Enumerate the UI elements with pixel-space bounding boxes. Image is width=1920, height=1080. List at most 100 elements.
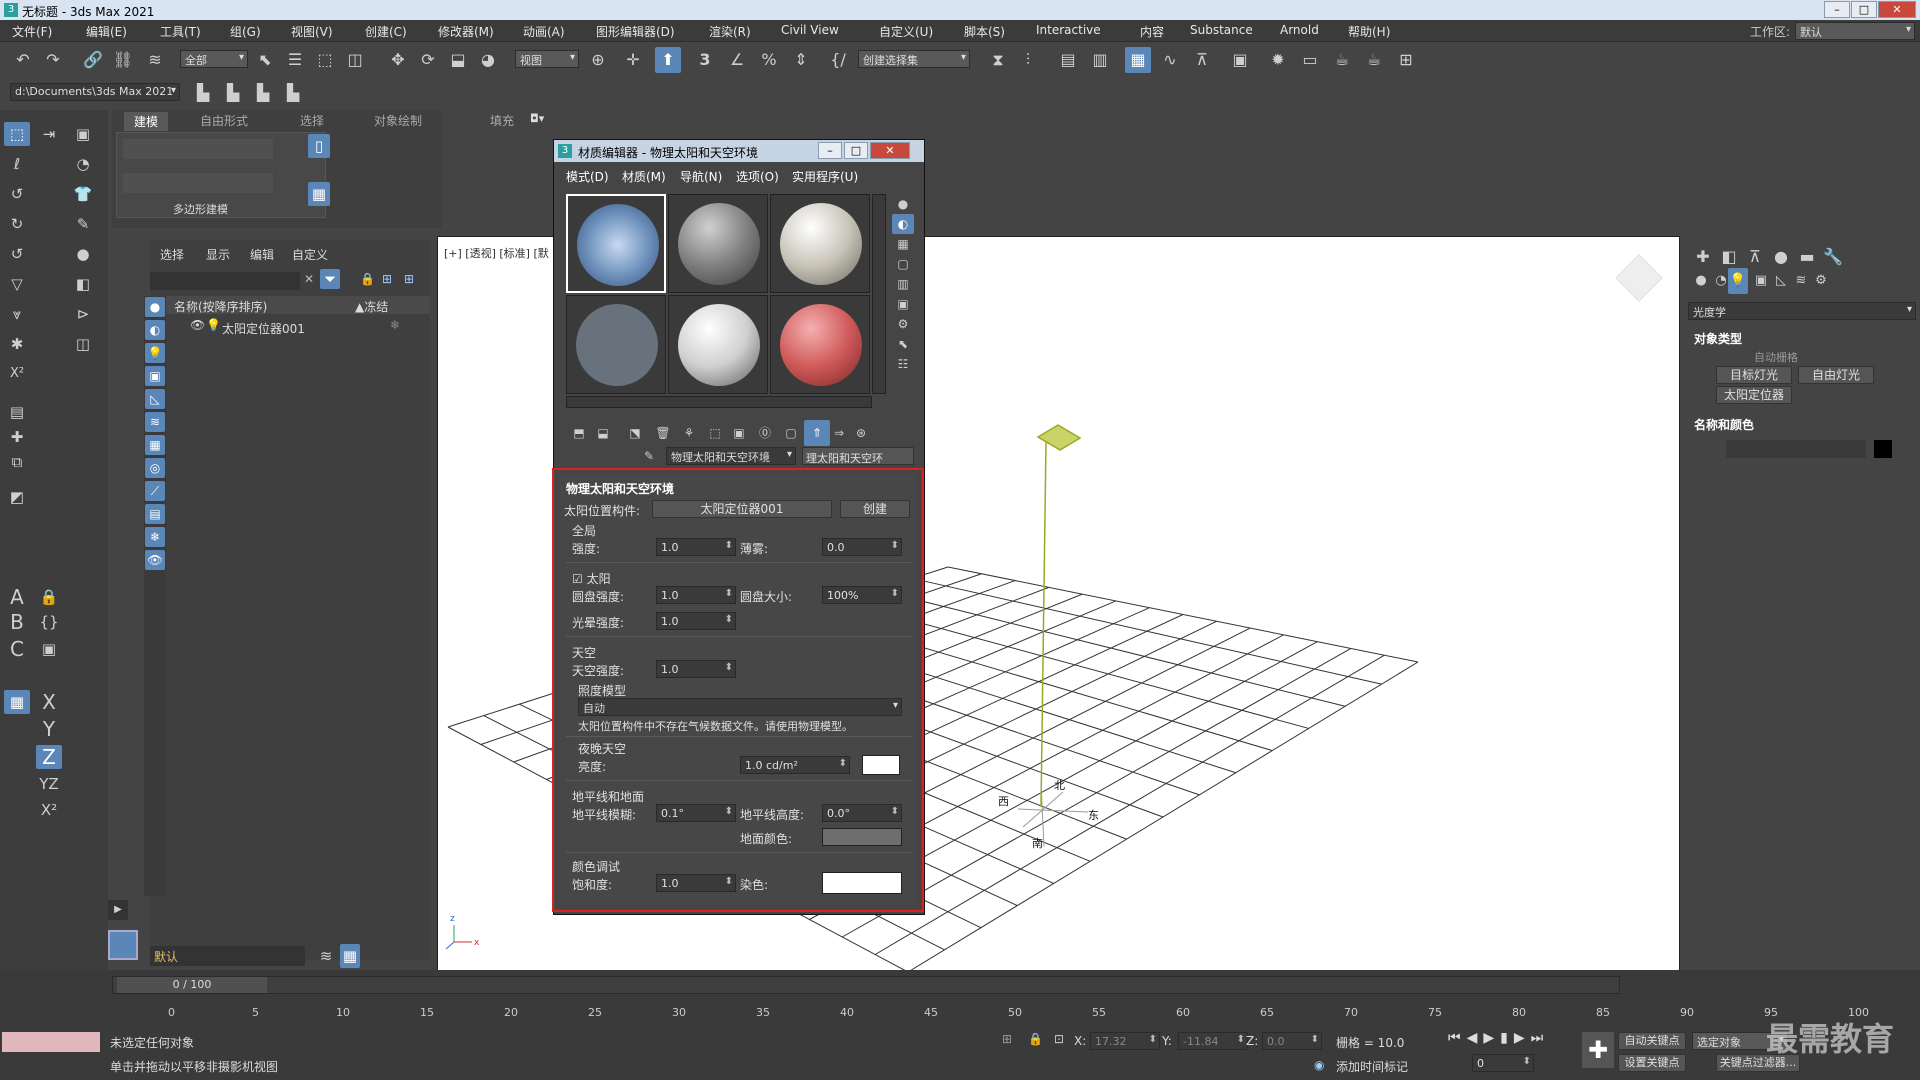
eyedropper-icon[interactable]: ✎: [644, 449, 654, 463]
sun-pos-button[interactable]: 太阳定位器001: [652, 500, 832, 518]
sample-slot-1[interactable]: [566, 194, 666, 293]
put-to-scene-icon[interactable]: ⬓: [590, 420, 616, 446]
render-online-icon[interactable]: ⊞: [1393, 47, 1419, 73]
menu-customize[interactable]: 自定义(U): [879, 23, 933, 40]
map-type-button[interactable]: 理太阳和天空环: [802, 447, 914, 465]
display-spacewarps-icon[interactable]: ≋: [145, 412, 165, 432]
spinner-snap-icon[interactable]: ⇕: [788, 47, 814, 73]
sky-intensity-spinner[interactable]: 1.0: [656, 660, 736, 678]
layer-explorer-icon2[interactable]: ▦: [340, 944, 360, 968]
ribbon-grid-icon[interactable]: ▦: [308, 182, 330, 206]
night-color-swatch[interactable]: [862, 755, 900, 775]
unlink-icon[interactable]: ⛓: [110, 47, 136, 73]
uv-tiling-icon[interactable]: ▢: [892, 254, 914, 274]
schematic-view-icon[interactable]: ⊼: [1189, 47, 1215, 73]
move-icon[interactable]: ✥: [385, 47, 411, 73]
isolate-icon[interactable]: ⊞: [1002, 1032, 1012, 1046]
scene-tab-select[interactable]: 选择: [160, 246, 184, 263]
lock-selection-icon[interactable]: 🔒: [1028, 1032, 1043, 1046]
viewport-layout-button[interactable]: [108, 930, 138, 960]
percent-snap-icon[interactable]: %: [756, 47, 782, 73]
mated-menu-mode[interactable]: 模式(D): [566, 168, 609, 185]
ribbon-tab-selection[interactable]: 选择: [300, 112, 324, 129]
menu-file[interactable]: 文件(F): [12, 23, 52, 40]
layer-dropdown[interactable]: 默认: [150, 946, 305, 966]
render-active-icon[interactable]: ☕: [1361, 47, 1387, 73]
pivot-center-icon[interactable]: ⊕: [585, 47, 611, 73]
select-by-name-icon[interactable]: ☰: [282, 47, 308, 73]
axis-z-icon[interactable]: Z: [36, 745, 62, 769]
ribbon-options-icon[interactable]: ◘▾: [530, 112, 544, 125]
ribbon-tab-modeling[interactable]: 建模: [124, 112, 169, 131]
make-unique-icon[interactable]: ⚘: [676, 420, 702, 446]
add-time-tag-icon[interactable]: ◉: [1314, 1058, 1324, 1072]
material-navigator-icon[interactable]: ☷: [892, 354, 914, 374]
options-icon[interactable]: ⚙: [892, 314, 914, 334]
sample-slot-3[interactable]: [770, 194, 870, 293]
make-preview-icon[interactable]: ▣: [892, 294, 914, 314]
light-type-dropdown[interactable]: 光度学: [1688, 302, 1916, 320]
workspace-dropdown[interactable]: 默认: [1795, 22, 1915, 40]
align-icon[interactable]: ⫶: [1015, 47, 1041, 73]
slots-hscroll[interactable]: [566, 396, 872, 408]
assign-material-icon[interactable]: ⬔: [622, 420, 648, 446]
create-button[interactable]: 创建: [840, 500, 910, 518]
utilities-tab-icon[interactable]: 🔧: [1820, 244, 1846, 270]
glow-spinner[interactable]: 1.0: [656, 612, 736, 630]
haze-spinner[interactable]: 0.0: [822, 538, 902, 556]
loop-icon[interactable]: ↻: [4, 212, 30, 236]
hierarchy-tab-icon[interactable]: ⊼: [1742, 244, 1768, 270]
autogrid-checkbox[interactable]: 自动栅格: [1754, 349, 1798, 365]
saturation-spinner[interactable]: 1.0: [656, 874, 736, 892]
menu-interactive[interactable]: Interactive: [1036, 23, 1101, 37]
mirror-icon[interactable]: ⧗: [985, 47, 1011, 73]
scale-icon[interactable]: ⬓: [445, 47, 471, 73]
project-folder-open-icon[interactable]: ▙: [220, 80, 246, 106]
target-light-button[interactable]: 目标灯光: [1716, 366, 1792, 384]
menu-content[interactable]: 内容: [1140, 23, 1164, 40]
shirt-icon[interactable]: 👕: [70, 182, 96, 206]
scene-tab-display[interactable]: 显示: [206, 246, 230, 263]
axis-y-icon[interactable]: Y: [36, 717, 62, 741]
freeze-icon[interactable]: ❄: [390, 318, 400, 332]
x-coord-field[interactable]: 17.32: [1090, 1032, 1160, 1050]
material-editor-icon[interactable]: ▣: [1227, 47, 1253, 73]
display-lights-icon[interactable]: 💡: [145, 343, 165, 363]
menu-rendering[interactable]: 渲染(R): [709, 23, 751, 40]
keyboard-shortcut-icon[interactable]: ⬆: [655, 47, 681, 73]
undo-icon[interactable]: ↶: [10, 47, 36, 73]
star-tool-icon[interactable]: ✱: [4, 332, 30, 356]
sample-type-icon[interactable]: ●: [892, 194, 914, 214]
menu-animation[interactable]: 动画(A): [523, 23, 565, 40]
select-by-material-icon[interactable]: ⬉: [892, 334, 914, 354]
ribbon-group-label[interactable]: 多边形建模: [173, 201, 228, 217]
place-icon[interactable]: ◕: [475, 47, 501, 73]
angle-snap-icon[interactable]: ∠: [724, 47, 750, 73]
axis-xy-icon[interactable]: X²: [36, 798, 62, 822]
pick-from-object-icon[interactable]: ⊛: [848, 420, 874, 446]
named-selection-dropdown[interactable]: 创建选择集: [858, 50, 970, 68]
add-tool-icon[interactable]: ✚: [4, 425, 30, 449]
scene-explorer-icon[interactable]: ▦: [1125, 47, 1151, 73]
layers-tool-icon[interactable]: ▤: [4, 400, 30, 424]
shrink-icon[interactable]: ▽: [4, 272, 30, 296]
menu-substance[interactable]: Substance: [1190, 23, 1253, 37]
ring-icon[interactable]: ↺: [4, 182, 30, 206]
reference-coord-dropdown[interactable]: 视图: [515, 50, 579, 68]
y-coord-field[interactable]: -11.84: [1178, 1032, 1248, 1050]
video-color-icon[interactable]: ▥: [892, 274, 914, 294]
display-frozen-icon[interactable]: ❄: [145, 527, 165, 547]
ground-color-swatch[interactable]: [822, 828, 902, 846]
xform-icon[interactable]: X²: [4, 362, 30, 386]
add-time-tag[interactable]: 添加时间标记: [1336, 1058, 1408, 1075]
rotate-icon[interactable]: ⟳: [415, 47, 441, 73]
sun-positioner-button[interactable]: 太阳定位器: [1716, 386, 1792, 404]
soft-select-icon[interactable]: ⩔: [4, 302, 30, 326]
save-tool-icon[interactable]: ▣: [36, 637, 62, 661]
mated-menu-utilities[interactable]: 实用程序(U): [792, 168, 858, 185]
sample-slot-2[interactable]: [668, 194, 768, 293]
maximize-button[interactable]: □: [1851, 1, 1877, 18]
chamfer-icon[interactable]: ⊳: [70, 302, 96, 326]
render-icon[interactable]: ☕: [1329, 47, 1355, 73]
layer-explorer-icon[interactable]: ▤: [1055, 47, 1081, 73]
